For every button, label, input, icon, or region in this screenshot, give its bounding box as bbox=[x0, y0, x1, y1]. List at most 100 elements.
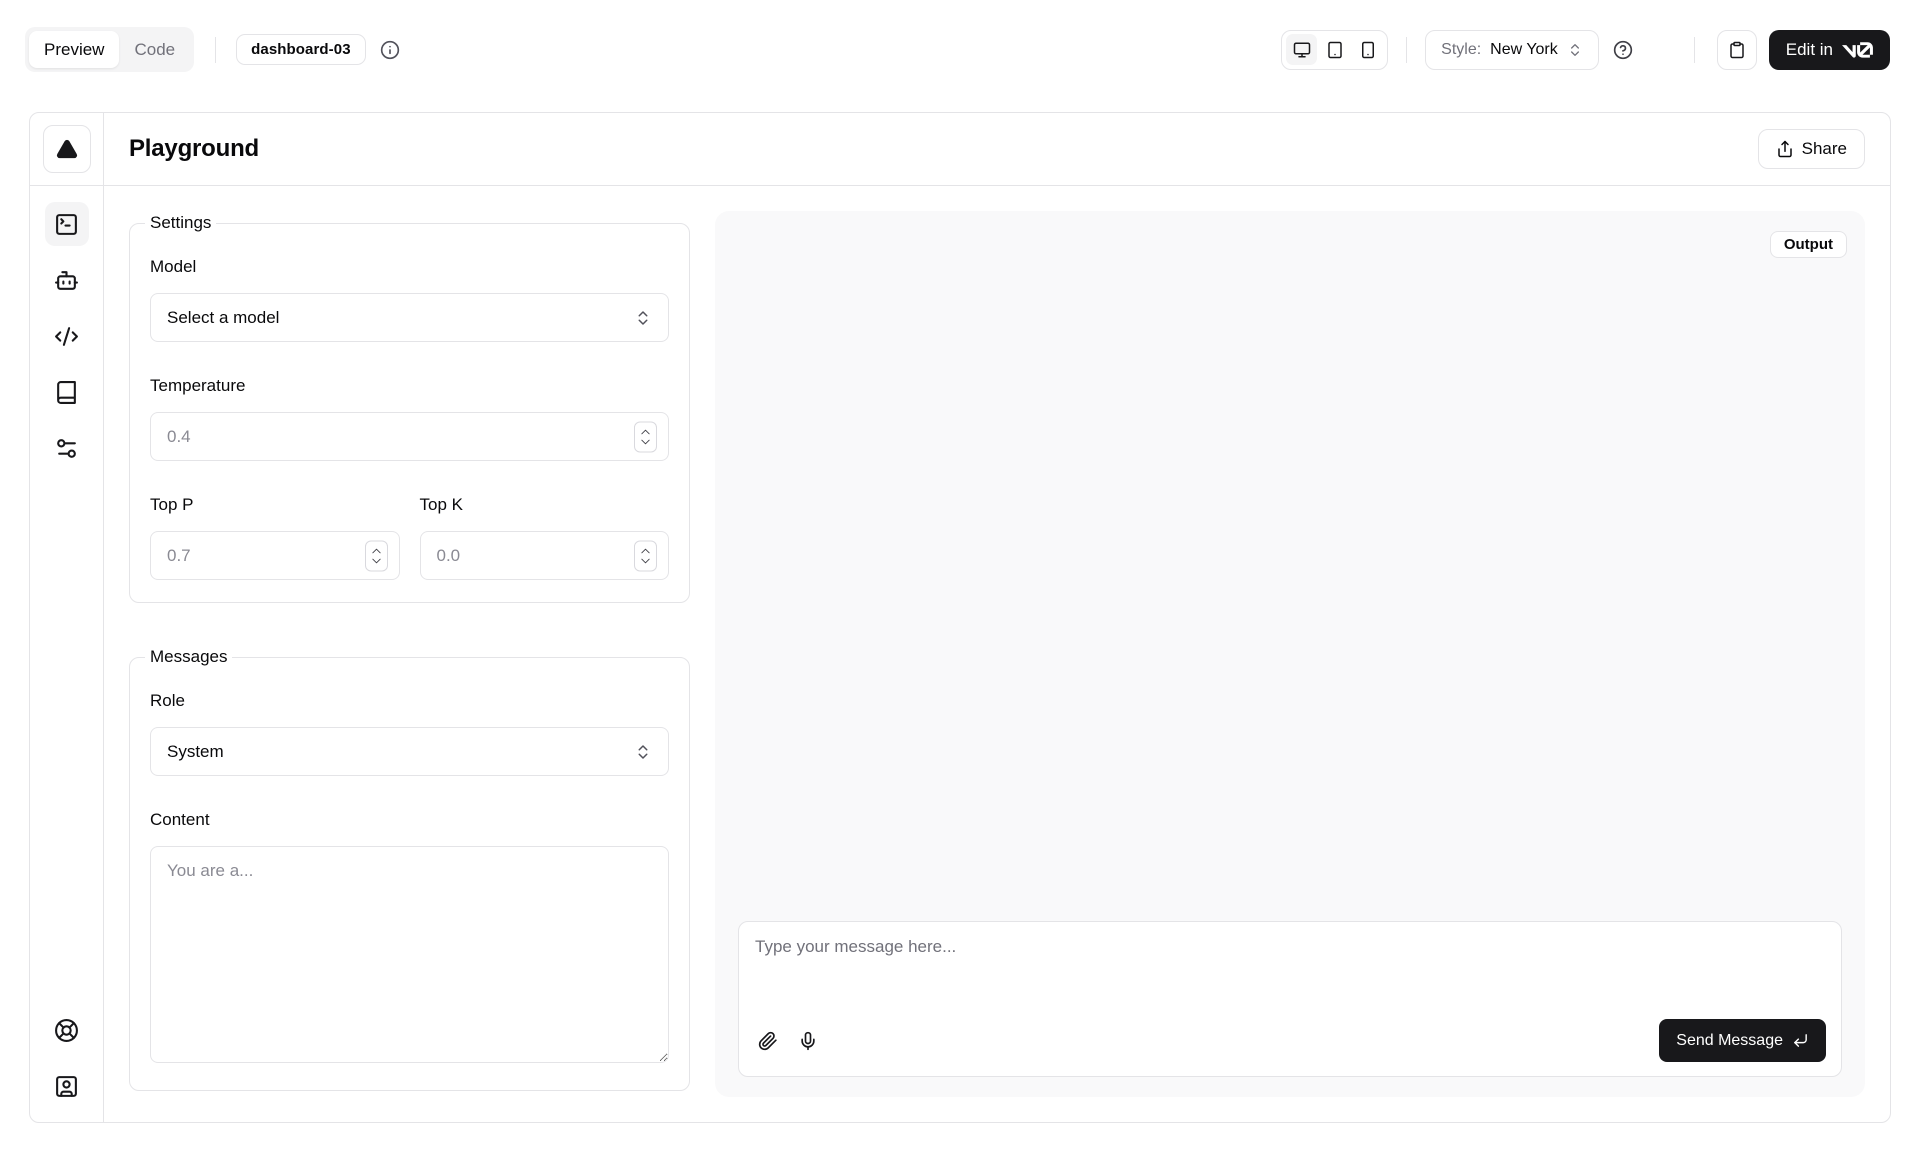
role-select[interactable]: System bbox=[150, 727, 669, 776]
model-select-value: Select a model bbox=[167, 308, 279, 328]
role-field: Role System bbox=[150, 691, 669, 776]
triangle-logo-icon bbox=[56, 138, 78, 160]
v0-logo-icon bbox=[1842, 42, 1873, 58]
sidebar-item-settings[interactable] bbox=[45, 426, 89, 470]
sidebar-item-api[interactable] bbox=[45, 314, 89, 358]
messages-fieldset: Messages Role System Content bbox=[129, 647, 690, 1091]
send-message-button[interactable]: Send Message bbox=[1659, 1019, 1826, 1062]
top-k-field: Top K bbox=[420, 495, 670, 580]
messages-legend: Messages bbox=[145, 647, 232, 667]
chevrons-up-down-icon bbox=[634, 309, 652, 327]
tab-preview[interactable]: Preview bbox=[29, 31, 119, 68]
output-badge: Output bbox=[1770, 231, 1847, 258]
message-composer: Send Message bbox=[738, 921, 1842, 1077]
number-stepper[interactable] bbox=[365, 540, 388, 571]
copy-code-button[interactable] bbox=[1717, 30, 1757, 70]
page-header: Playground Share bbox=[104, 113, 1890, 186]
dashboard-frame: Playground Share Settings Model Select a… bbox=[29, 112, 1891, 1123]
output-panel: Output bbox=[715, 211, 1865, 1097]
message-input[interactable] bbox=[739, 922, 1841, 996]
settings-column: Settings Model Select a model Temperatur… bbox=[129, 211, 690, 1097]
block-name-badge: dashboard-03 bbox=[236, 34, 366, 65]
share-icon bbox=[1776, 140, 1794, 158]
chevrons-up-down-icon bbox=[1567, 42, 1583, 58]
device-desktop-button[interactable] bbox=[1286, 34, 1317, 65]
block-viewer-toolbar: Preview Code dashboard-03 bbox=[25, 27, 1890, 72]
sidebar-nav bbox=[45, 186, 89, 470]
style-select[interactable]: Style: New York bbox=[1425, 30, 1599, 70]
role-select-value: System bbox=[167, 742, 224, 762]
content-textarea[interactable] bbox=[150, 846, 669, 1063]
settings-fieldset: Settings Model Select a model Temperatur… bbox=[129, 213, 690, 603]
square-user-icon bbox=[54, 1074, 79, 1099]
composer-toolbar: Send Message bbox=[739, 1019, 1841, 1076]
life-buoy-icon bbox=[54, 1018, 79, 1043]
main-column: Playground Share Settings Model Select a… bbox=[104, 113, 1890, 1122]
edit-in-v0-button[interactable]: Edit in bbox=[1769, 30, 1890, 70]
mic-icon bbox=[798, 1031, 818, 1051]
paperclip-icon bbox=[758, 1031, 778, 1051]
style-select-value: New York bbox=[1490, 41, 1558, 59]
device-size-toggle bbox=[1281, 30, 1388, 70]
smartphone-icon bbox=[1359, 41, 1377, 59]
separator bbox=[215, 37, 216, 63]
model-field: Model Select a model bbox=[150, 257, 669, 342]
corner-down-left-icon bbox=[1792, 1032, 1809, 1049]
model-select[interactable]: Select a model bbox=[150, 293, 669, 342]
info-button[interactable] bbox=[379, 39, 401, 61]
content-label: Content bbox=[150, 810, 669, 830]
view-mode-tabs: Preview Code bbox=[25, 27, 194, 72]
book-icon bbox=[54, 380, 79, 405]
chevrons-up-down-icon bbox=[634, 743, 652, 761]
device-mobile-button[interactable] bbox=[1352, 34, 1383, 65]
tablet-icon bbox=[1326, 41, 1344, 59]
content-field: Content bbox=[150, 810, 669, 1068]
toolbar-right-group: Style: New York Edit in bbox=[1281, 30, 1890, 70]
sidebar-item-playground[interactable] bbox=[45, 202, 89, 246]
separator bbox=[1406, 37, 1407, 63]
role-label: Role bbox=[150, 691, 669, 711]
device-tablet-button[interactable] bbox=[1319, 34, 1350, 65]
edit-in-v0-label: Edit in bbox=[1786, 40, 1833, 60]
clipboard-icon bbox=[1728, 41, 1746, 59]
temperature-label: Temperature bbox=[150, 376, 669, 396]
help-button[interactable] bbox=[1612, 39, 1634, 61]
sidebar-item-account[interactable] bbox=[45, 1064, 89, 1108]
sidebar-item-help[interactable] bbox=[45, 1008, 89, 1052]
circle-help-icon bbox=[1613, 40, 1633, 60]
square-terminal-icon bbox=[54, 212, 79, 237]
top-p-input[interactable] bbox=[150, 531, 400, 580]
top-k-label: Top K bbox=[420, 495, 670, 515]
top-p-label: Top P bbox=[150, 495, 400, 515]
home-logo-button[interactable] bbox=[43, 125, 91, 173]
temperature-field: Temperature bbox=[150, 376, 669, 461]
sidebar-bottom-nav bbox=[45, 1008, 89, 1122]
number-stepper[interactable] bbox=[634, 540, 657, 571]
settings-sliders-icon bbox=[54, 436, 79, 461]
page-title: Playground bbox=[129, 135, 259, 163]
code-icon bbox=[54, 324, 79, 349]
separator bbox=[1694, 37, 1695, 63]
attach-file-button[interactable] bbox=[748, 1021, 788, 1061]
monitor-icon bbox=[1293, 41, 1311, 59]
share-button[interactable]: Share bbox=[1758, 129, 1865, 169]
number-stepper[interactable] bbox=[634, 421, 657, 452]
style-select-label: Style: bbox=[1441, 41, 1481, 59]
bot-icon bbox=[54, 268, 79, 293]
sidebar-item-documentation[interactable] bbox=[45, 370, 89, 414]
temperature-input[interactable] bbox=[150, 412, 669, 461]
content-area: Settings Model Select a model Temperatur… bbox=[104, 186, 1890, 1122]
top-p-k-row: Top P Top K bbox=[150, 495, 669, 580]
top-k-input[interactable] bbox=[420, 531, 670, 580]
share-button-label: Share bbox=[1802, 139, 1847, 159]
tab-code[interactable]: Code bbox=[119, 31, 190, 68]
icon-sidebar bbox=[30, 113, 104, 1122]
top-p-field: Top P bbox=[150, 495, 400, 580]
settings-legend: Settings bbox=[145, 213, 216, 233]
info-icon bbox=[380, 40, 400, 60]
sidebar-item-models[interactable] bbox=[45, 258, 89, 302]
use-microphone-button[interactable] bbox=[788, 1021, 828, 1061]
logo-section bbox=[30, 113, 103, 186]
send-message-label: Send Message bbox=[1676, 1032, 1783, 1050]
model-label: Model bbox=[150, 257, 669, 277]
